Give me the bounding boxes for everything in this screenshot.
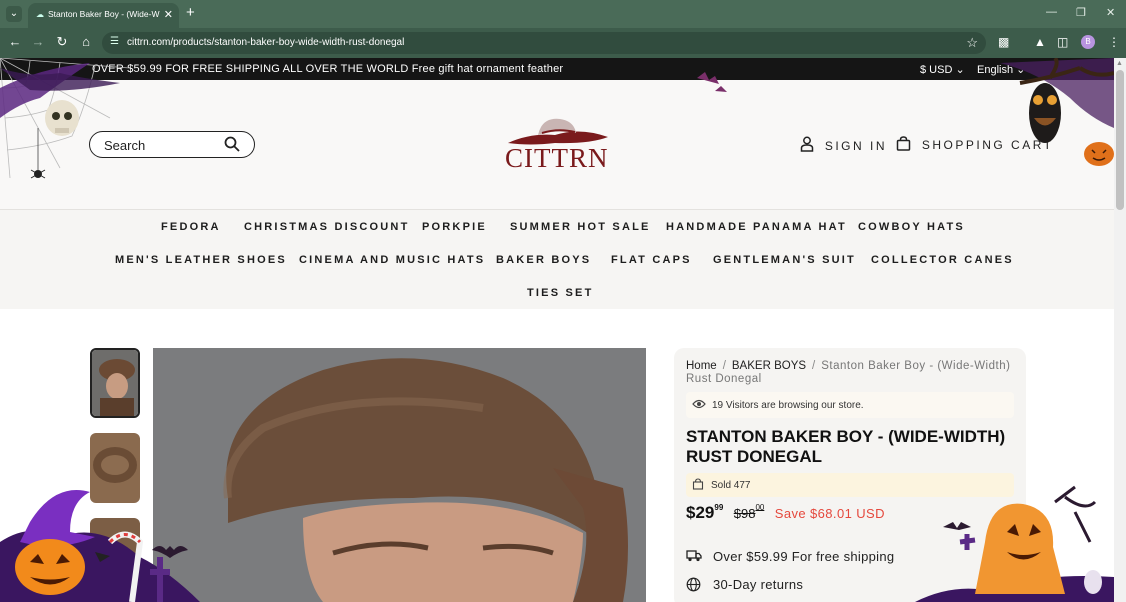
product-thumbnail-1[interactable] [90, 348, 140, 418]
breadcrumb-home[interactable]: Home [686, 360, 717, 372]
free-shipping-text: Over $59.99 For free shipping [713, 549, 895, 564]
breadcrumb-category[interactable]: BAKER BOYS [732, 360, 806, 372]
truck-icon [686, 550, 702, 565]
product-main-image[interactable] [153, 348, 646, 602]
product-section: Home / BAKER BOYS / Stanton Baker Boy - (Wid… [0, 309, 1114, 602]
sold-count-badge: Sold 477 [686, 473, 1014, 497]
sale-price: $2999 [686, 503, 723, 522]
announcement-bar: OVER $59.99 FOR FREE SHIPPING ALL OVER T… [0, 58, 1114, 80]
currency-selector[interactable]: $ USD ⌄ [920, 63, 965, 76]
returns-text: 30-Day returns [713, 577, 804, 592]
breadcrumb-separator: / [812, 360, 816, 372]
currency-label: $ USD [920, 64, 953, 76]
active-tab[interactable]: ☁ Stanton Baker Boy - (Wide-Wi ✕ [28, 3, 179, 28]
bag-icon [692, 478, 704, 493]
save-amount: Save $68.01 USD [774, 506, 885, 521]
scrollbar-thumb[interactable] [1116, 70, 1124, 210]
breadcrumb-separator: / [722, 360, 726, 372]
returns-perk: 30-Day returns [686, 577, 1006, 593]
sale-price-cents: 99 [714, 503, 724, 512]
search-box[interactable] [89, 131, 255, 158]
bookmark-star-icon[interactable]: ☆ [966, 35, 978, 51]
compare-price-cents: 00 [755, 503, 765, 512]
globe-icon [686, 577, 701, 595]
nav-cinema-and-music-hats[interactable]: CINEMA AND MUSIC HATS [299, 254, 485, 266]
site-logo[interactable]: CITTRN [500, 113, 615, 173]
cart-label: SHOPPING CART [921, 138, 1054, 152]
eye-icon [692, 398, 706, 413]
browser-tab-bar: ⌄ ☁ Stanton Baker Boy - (Wide-Wi ✕ + — ❐… [0, 0, 1126, 28]
language-label: English [977, 64, 1014, 76]
nav-mens-leather-shoes[interactable]: MEN'S LEATHER SHOES [115, 254, 287, 266]
profile-avatar[interactable]: B [1081, 35, 1095, 49]
main-navigation: FEDORA CHRISTMAS DISCOUNT PORKPIE SUMMER… [0, 209, 1114, 309]
restore-icon[interactable]: ❐ [1076, 6, 1086, 19]
breadcrumb: Home / BAKER BOYS / Stanton Baker Boy - (Wid… [686, 360, 1016, 386]
scroll-up-icon[interactable]: ▲ [1116, 60, 1123, 67]
product-thumbnail-2[interactable] [90, 433, 140, 503]
page-scrollbar[interactable]: ▲ [1114, 58, 1126, 602]
announcement-text: OVER $59.99 FOR FREE SHIPPING ALL OVER T… [92, 63, 564, 75]
tab-search-button[interactable]: ⌄ [6, 6, 22, 22]
sign-in-link[interactable]: SIGN IN [800, 136, 887, 155]
home-icon[interactable]: ⌂ [77, 34, 95, 49]
url-text: cittrn.com/products/stanton-baker-boy-wi… [127, 37, 405, 48]
shopping-cart-link[interactable]: SHOPPING CART [896, 136, 1053, 154]
web-page: OVER $59.99 FOR FREE SHIPPING ALL OVER T… [0, 58, 1114, 602]
nav-cowboy-hats[interactable]: COWBOY HATS [858, 221, 965, 233]
reload-icon[interactable]: ↻ [53, 34, 71, 50]
product-thumbnail-3[interactable] [90, 518, 140, 558]
nav-baker-boys[interactable]: BAKER BOYS [496, 254, 591, 266]
product-title: STANTON BAKER BOY - (WIDE-WIDTH) RUST DO… [686, 427, 1006, 466]
language-selector[interactable]: English ⌄ [977, 63, 1025, 76]
labs-icon[interactable]: ▲ [1034, 35, 1046, 49]
compare-price-main: $98 [733, 506, 756, 521]
logo-text: CITTRN [505, 143, 609, 173]
window-close-icon[interactable]: ✕ [1106, 6, 1115, 19]
extensions-icon[interactable]: ▩ [998, 35, 1009, 49]
nav-handmade-panama-hat[interactable]: HANDMADE PANAMA HAT [666, 221, 847, 233]
tab-close-icon[interactable]: ✕ [164, 8, 173, 21]
sign-in-label: SIGN IN [824, 138, 888, 153]
side-panel-icon[interactable]: ◫ [1057, 35, 1068, 49]
menu-kebab-icon[interactable]: ⋮ [1108, 35, 1120, 49]
product-info-panel: Home / BAKER BOYS / Stanton Baker Boy - (Wid… [674, 348, 1026, 602]
nav-summer-hot-sale[interactable]: SUMMER HOT SALE [510, 221, 651, 233]
compare-price: $9800 [733, 503, 765, 521]
cart-bag-icon [896, 136, 917, 154]
nav-ties-set[interactable]: TIES SET [527, 287, 594, 299]
nav-flat-caps[interactable]: FLAT CAPS [611, 254, 692, 266]
user-icon [800, 136, 820, 155]
visitors-notice: 19 Visitors are browsing our store. [686, 392, 1014, 418]
free-shipping-perk: Over $59.99 For free shipping [686, 549, 1006, 565]
forward-icon[interactable]: → [29, 34, 47, 49]
search-icon[interactable] [224, 136, 240, 157]
search-input[interactable] [104, 136, 224, 154]
sold-text: Sold 477 [711, 480, 751, 491]
nav-collector-canes[interactable]: COLLECTOR CANES [871, 254, 1014, 266]
minimize-icon[interactable]: — [1046, 6, 1057, 18]
new-tab-button[interactable]: + [186, 4, 195, 21]
nav-porkpie[interactable]: PORKPIE [422, 221, 487, 233]
site-info-icon[interactable]: ☰ [110, 36, 119, 47]
price-row: $2999 $9800 Save $68.01 USD [686, 503, 885, 523]
nav-fedora[interactable]: FEDORA [161, 221, 221, 233]
site-favicon-icon: ☁ [36, 10, 44, 19]
tab-title: Stanton Baker Boy - (Wide-Wi [48, 9, 160, 19]
nav-christmas-discount[interactable]: CHRISTMAS DISCOUNT [244, 221, 410, 233]
visitors-text: 19 Visitors are browsing our store. [712, 400, 864, 411]
nav-gentlemans-suit[interactable]: GENTLEMAN'S SUIT [713, 254, 856, 266]
address-bar[interactable]: ☰ cittrn.com/products/stanton-baker-boy-… [102, 32, 986, 54]
browser-toolbar: ← → ↻ ⌂ ☰ cittrn.com/products/stanton-ba… [0, 28, 1126, 58]
back-icon[interactable]: ← [6, 34, 24, 49]
sale-price-main: $29 [686, 503, 715, 522]
